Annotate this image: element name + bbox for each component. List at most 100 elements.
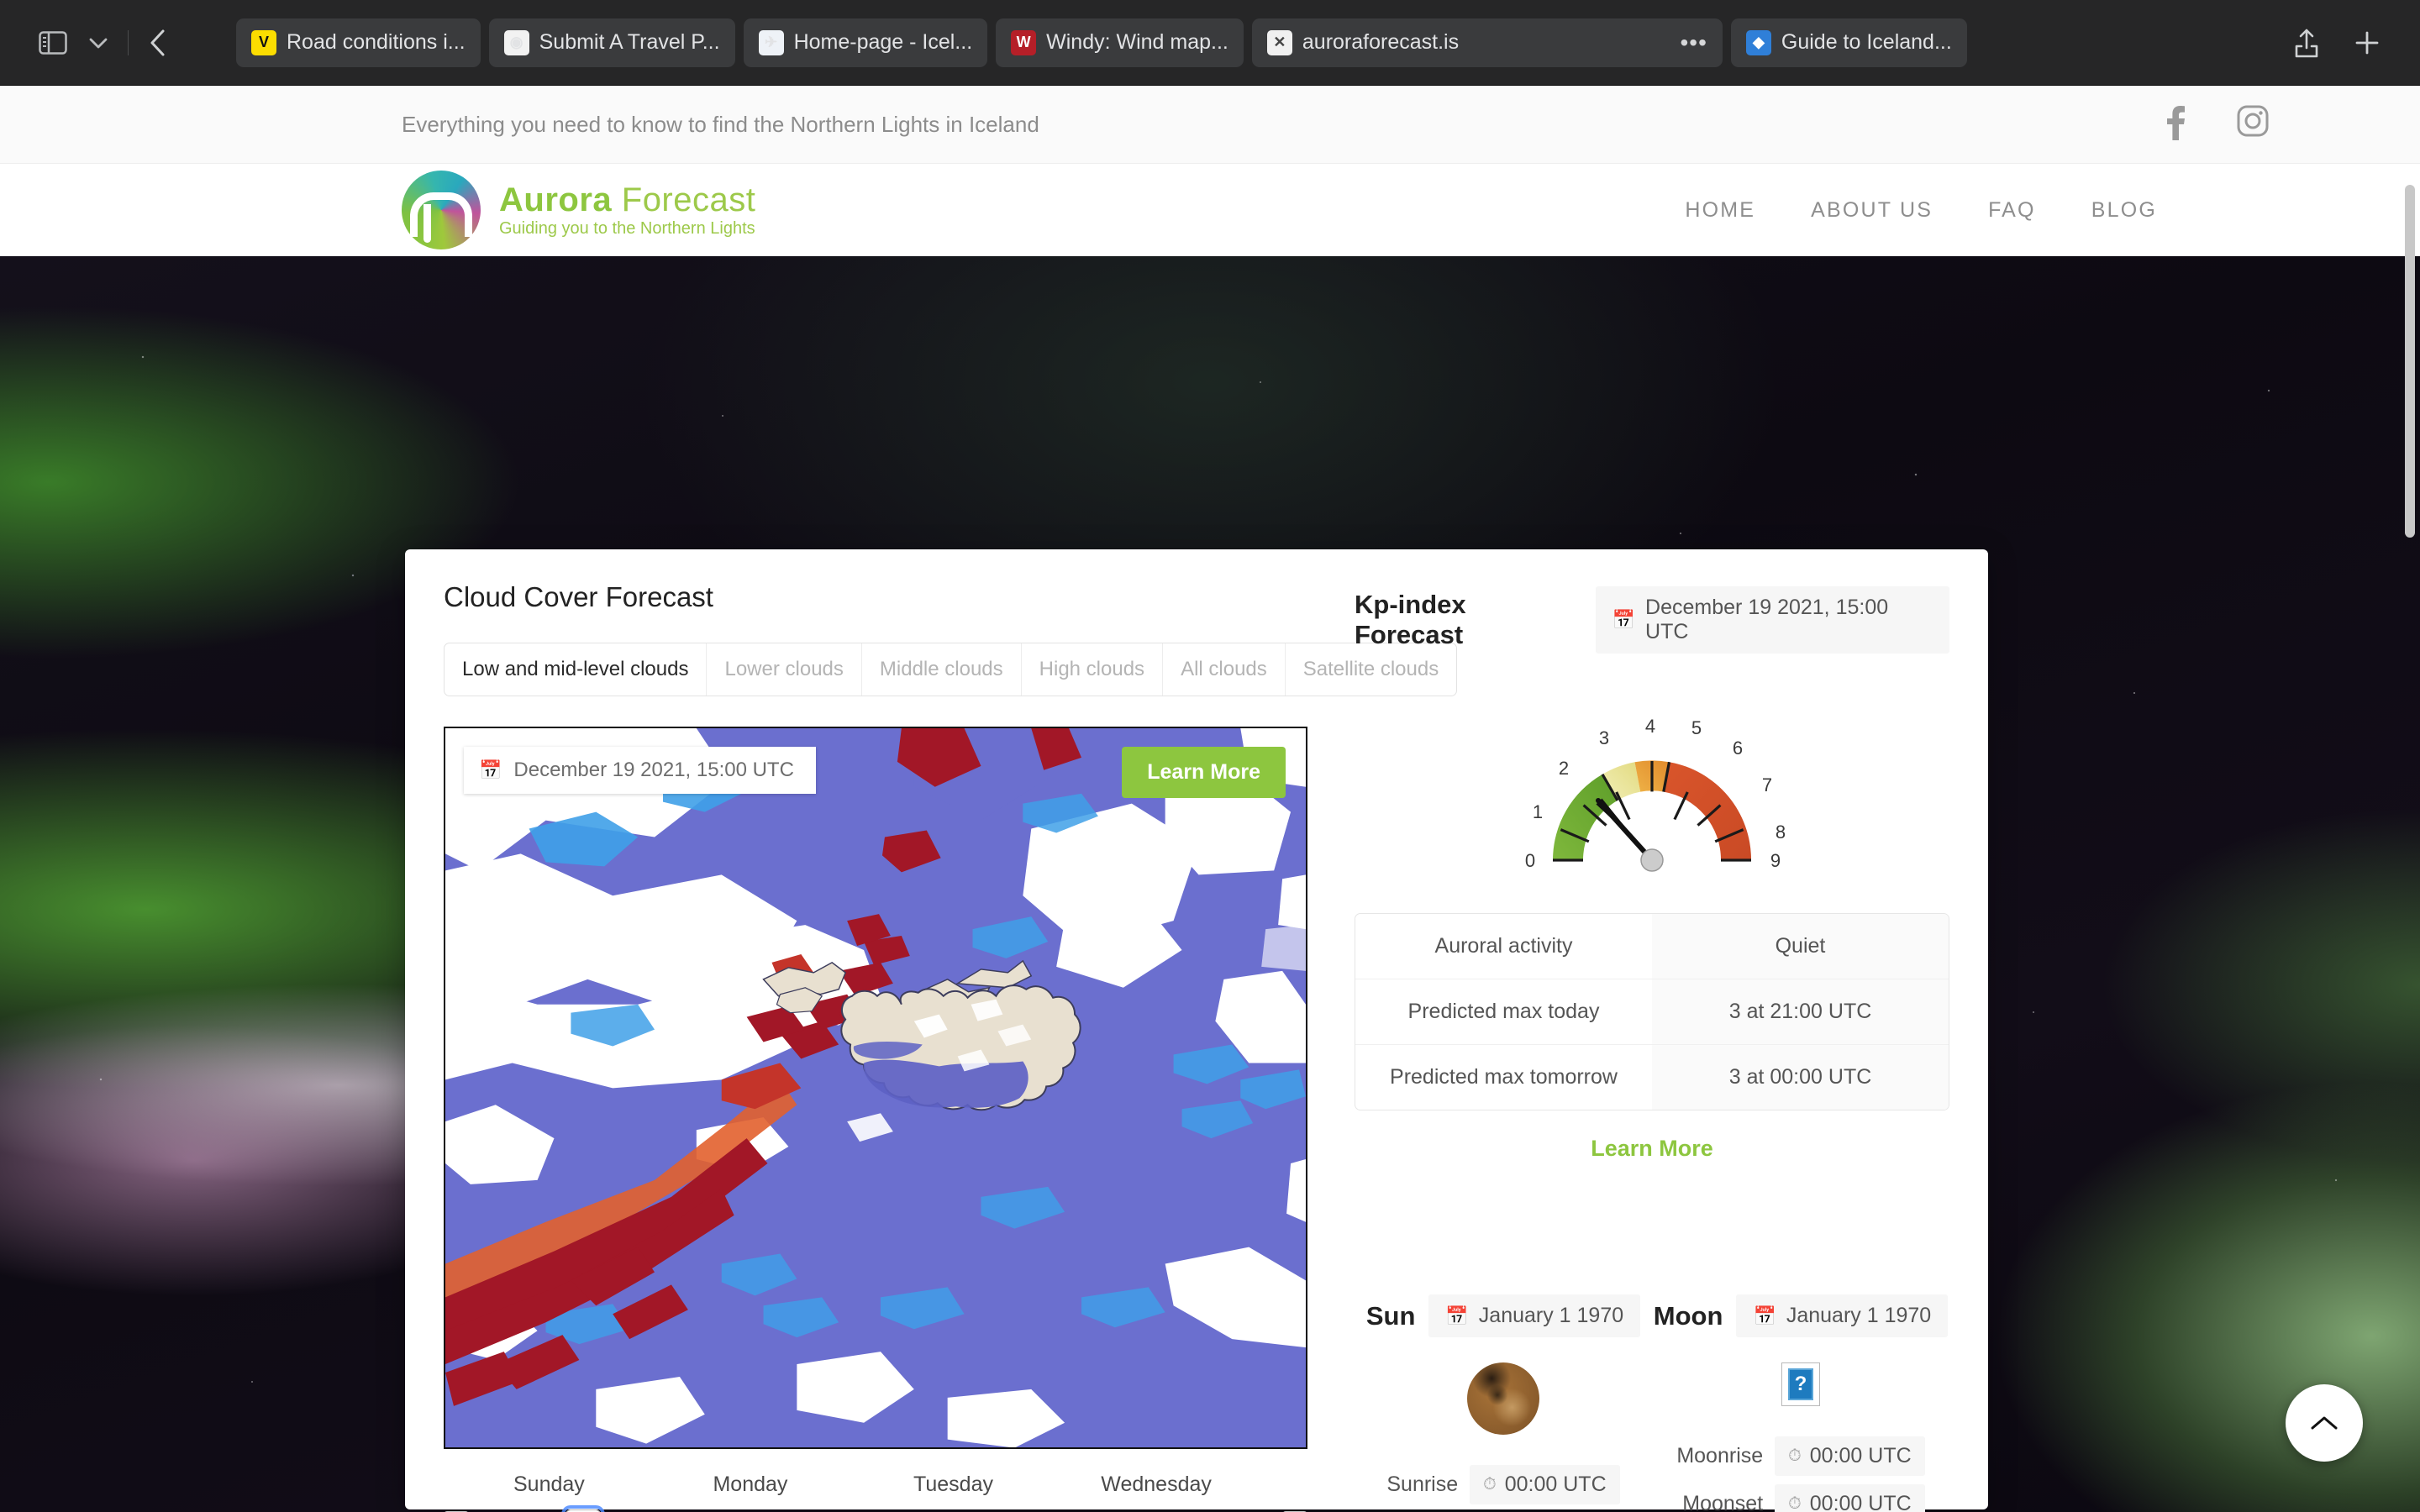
sunrise-time: 00:00 UTC: [1504, 1473, 1607, 1496]
nav-item-blog[interactable]: BLOG: [2064, 198, 2185, 223]
toolbar-right-controls: [2284, 20, 2420, 66]
tab-lower-clouds[interactable]: Lower clouds: [707, 643, 862, 696]
svg-text:0: 0: [1525, 850, 1535, 871]
logo-subtitle: Guiding you to the Northern Lights: [499, 218, 755, 238]
day-label-wednesday: Wednesday: [1101, 1473, 1212, 1496]
table-row: Auroral activity Quiet: [1355, 914, 1949, 979]
browser-tab[interactable]: W Windy: Wind map...: [996, 18, 1244, 67]
scroll-to-top-button[interactable]: [2286, 1384, 2363, 1462]
nav-item-faq[interactable]: FAQ: [1960, 198, 2064, 223]
logo-text: Aurora Forecast Guiding you to the North…: [499, 182, 755, 239]
moonset-time: 00:00 UTC: [1809, 1492, 1912, 1512]
list-item: Moonset ⏱ 00:00 UTC: [1676, 1484, 1925, 1512]
favicon-submit-travel-icon: ◉: [503, 29, 529, 55]
browser-tab[interactable]: ◉ Submit A Travel P...: [488, 18, 735, 67]
page-scrollbar[interactable]: [2405, 185, 2415, 538]
moonrise-time: 00:00 UTC: [1809, 1444, 1912, 1467]
browser-tab[interactable]: V Road conditions i...: [236, 18, 481, 67]
table-row: Predicted max tomorrow 3 at 00:00 UTC: [1355, 1044, 1949, 1110]
browser-tab-active[interactable]: ✕ auroraforecast.is •••: [1251, 18, 1723, 67]
row-value: Quiet: [1652, 914, 1949, 979]
cloud-cover-panel: Cloud Cover Forecast Low and mid-level c…: [444, 581, 1458, 1512]
toolbar-divider: [128, 29, 129, 55]
tab-title: Road conditions i...: [287, 30, 466, 54]
cloud-map-graphic: [445, 728, 1306, 1447]
svg-text:1: 1: [1533, 801, 1543, 822]
tab-title: Submit A Travel P...: [539, 30, 720, 54]
moonrise-value: ⏱ 00:00 UTC: [1775, 1436, 1925, 1476]
forecast-card: Cloud Cover Forecast Low and mid-level c…: [405, 549, 1988, 1512]
broken-image-question-glyph: ?: [1788, 1368, 1813, 1400]
browser-tab[interactable]: ◆ Guide to Iceland...: [1730, 18, 1967, 67]
facebook-icon[interactable]: [2165, 105, 2186, 144]
new-tab-icon[interactable]: [2344, 20, 2390, 66]
site-topbar: Everything you need to know to find the …: [0, 86, 2420, 164]
kp-index-title: Kp-index Forecast: [1355, 590, 1466, 649]
svg-text:4: 4: [1645, 716, 1655, 737]
moon-broken-image-icon: ?: [1781, 1362, 1820, 1406]
sun-moon-section: Sun 📅 January 1 1970 Sunrise ⏱ 00:00 UTC…: [1355, 1294, 1949, 1512]
kp-gauge: 0 1 2 3 4 5 6 7 8 9: [1355, 674, 1949, 905]
day-label-tuesday: Tuesday: [913, 1473, 993, 1496]
moonrise-label: Moonrise: [1676, 1444, 1764, 1467]
back-arrow-icon[interactable]: [135, 20, 181, 66]
instagram-icon[interactable]: [2237, 105, 2269, 144]
site-logo[interactable]: Aurora Forecast Guiding you to the North…: [402, 171, 755, 249]
row-label: Predicted max tomorrow: [1355, 1044, 1652, 1110]
sun-date-chip: 📅 January 1 1970: [1428, 1294, 1641, 1337]
social-links: [2165, 105, 2370, 144]
favicon-home-page-icon: ✈: [758, 29, 784, 55]
tab-title: Windy: Wind map...: [1046, 30, 1228, 54]
hero-aurora-background: Cloud Cover Forecast Low and mid-level c…: [0, 256, 2420, 1512]
row-label: Auroral activity: [1434, 934, 1573, 958]
site-navbar: Aurora Forecast Guiding you to the North…: [0, 164, 2420, 256]
tab-title: Home-page - Icel...: [793, 30, 973, 54]
kp-header: Kp-index Forecast 📅 December 19 2021, 15…: [1355, 586, 1949, 654]
sun-date-text: January 1 1970: [1478, 1304, 1624, 1327]
browser-tab[interactable]: ✈ Home-page - Icel...: [743, 18, 988, 67]
main-navigation: HOME ABOUT US FAQ BLOG: [1657, 198, 2370, 223]
calendar-icon: 📅: [1753, 1305, 1776, 1326]
tab-all-clouds[interactable]: All clouds: [1163, 643, 1286, 696]
tab-low-and-mid-level-clouds[interactable]: Low and mid-level clouds: [445, 643, 708, 696]
tab-strip: V Road conditions i... ◉ Submit A Travel…: [181, 18, 2284, 67]
nav-item-about-us[interactable]: ABOUT US: [1783, 198, 1960, 223]
svg-text:7: 7: [1762, 774, 1772, 795]
svg-text:5: 5: [1691, 717, 1702, 738]
svg-text:6: 6: [1733, 738, 1743, 759]
sun-header: Sun 📅 January 1 1970: [1366, 1294, 1641, 1337]
toolbar-left-controls: [0, 20, 181, 66]
calendar-icon: 📅: [1445, 1305, 1469, 1326]
sunrise-value: ⏱ 00:00 UTC: [1470, 1465, 1620, 1504]
cloud-cover-map[interactable]: 📅 December 19 2021, 15:00 UTC Learn More: [444, 727, 1307, 1449]
sidebar-toggle-icon[interactable]: [30, 20, 76, 66]
row-value: 3 at 00:00 UTC: [1652, 1044, 1949, 1110]
timeline-slider-area: Sunday Monday Tuesday Wednesday ◀ ▶: [444, 1473, 1307, 1512]
tab-middle-clouds[interactable]: Middle clouds: [862, 643, 1022, 696]
kp-learn-more-link[interactable]: Learn More: [1355, 1136, 1949, 1162]
logo-name-bold: Aurora: [499, 181, 613, 218]
tab-high-clouds[interactable]: High clouds: [1022, 643, 1164, 696]
tab-title: Guide to Iceland...: [1781, 30, 1952, 54]
svg-text:9: 9: [1770, 850, 1781, 871]
map-date-badge: 📅 December 19 2021, 15:00 UTC: [464, 747, 816, 794]
map-date-text: December 19 2021, 15:00 UTC: [513, 759, 794, 781]
sun-broken-image-icon: [1467, 1362, 1539, 1435]
list-item: Moonrise ⏱ 00:00 UTC: [1676, 1436, 1925, 1476]
kp-summary-table: Auroral activity Quiet Predicted max tod…: [1355, 913, 1949, 1110]
kp-gauge-graphic: 0 1 2 3 4 5 6 7 8 9: [1525, 716, 1786, 872]
moon-times: Moonrise ⏱ 00:00 UTC Moonset ⏱ 00:00 UTC: [1676, 1428, 1925, 1512]
tab-title: auroraforecast.is: [1302, 30, 1460, 54]
tab-overflow-icon[interactable]: •••: [1680, 30, 1707, 54]
favicon-auroraforecast-icon: ✕: [1266, 29, 1292, 55]
clock-icon: ⏱: [1788, 1446, 1802, 1465]
map-learn-more-button[interactable]: Learn More: [1122, 747, 1286, 798]
row-label: Predicted max today: [1355, 979, 1652, 1044]
nav-item-home[interactable]: HOME: [1657, 198, 1783, 223]
moonset-value: ⏱ 00:00 UTC: [1775, 1484, 1925, 1512]
moon-date-text: January 1 1970: [1786, 1304, 1932, 1327]
chevron-down-icon[interactable]: [76, 20, 121, 66]
svg-text:2: 2: [1559, 758, 1569, 779]
sunrise-label: Sunrise: [1386, 1473, 1459, 1496]
share-icon[interactable]: [2284, 20, 2329, 66]
